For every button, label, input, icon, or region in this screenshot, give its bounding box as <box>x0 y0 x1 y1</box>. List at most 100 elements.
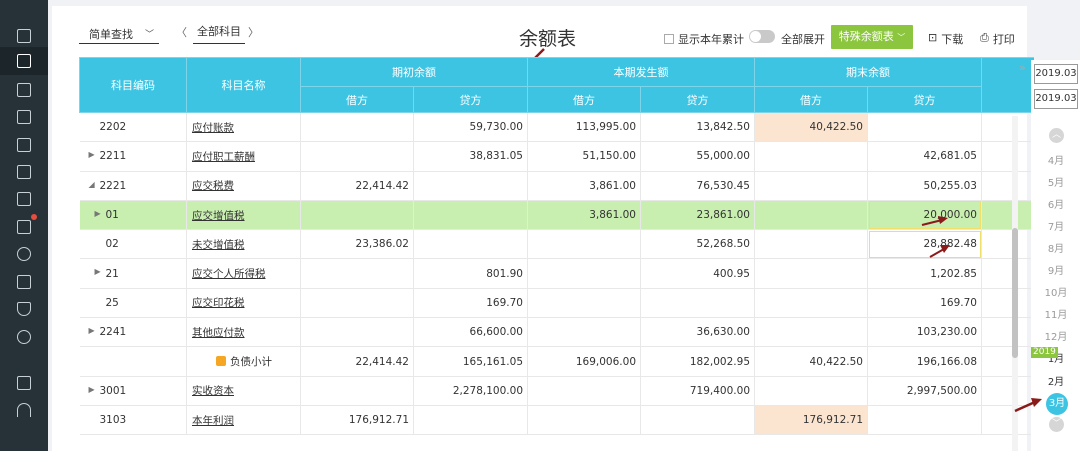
invoice-icon[interactable] <box>13 214 37 238</box>
cell-ed <box>754 229 868 260</box>
building-icon[interactable] <box>13 106 35 128</box>
cell-od <box>300 258 414 289</box>
expand-caret-icon[interactable]: ◢ <box>89 180 95 189</box>
expand-caret-icon[interactable]: ▶ <box>95 209 101 218</box>
table-row[interactable]: 3103 本年利润 176,912.71 176,912.71 <box>79 405 1034 436</box>
table-row[interactable]: ◢ 2221 应交税费 22,414.42 3,861.00 76,530.45 50,25… <box>79 171 1034 201</box>
chevron-up-icon[interactable]: ︿ <box>1049 128 1064 143</box>
month-item[interactable]: 12月 <box>1034 328 1078 343</box>
name-text: 负债小计 <box>230 356 272 369</box>
toggle-knob <box>750 31 761 42</box>
shield-icon[interactable] <box>13 298 35 320</box>
speed-icon[interactable] <box>13 399 35 421</box>
table-row[interactable]: ▶ 21 应交个人所得税 801.90 400.95 1,202.85 <box>79 258 1034 289</box>
month-item[interactable]: 8月 <box>1034 240 1078 255</box>
chevron-down-icon: ﹀ <box>145 30 155 40</box>
cell-ed <box>754 200 868 231</box>
name-text: 本年利润 <box>192 414 234 427</box>
cell-cd <box>527 317 641 348</box>
special-balance-button[interactable]: 特殊余额表 ﹀ <box>831 25 913 49</box>
month-item[interactable]: 7月 <box>1034 218 1078 233</box>
gear-icon[interactable] <box>13 326 35 348</box>
print-label: 打印 <box>992 33 1015 46</box>
cell-name[interactable]: 应交个人所得税 <box>186 258 301 289</box>
header-opening-debit: 借方 <box>300 86 414 113</box>
cell-name[interactable]: 应交税费 <box>186 171 301 201</box>
main-panel: 简单查找 ﹀ 〈 全部科目 〉 余额表 显示本年累计 全部展开 特殊余额表 ﹀ … <box>52 6 1034 451</box>
cell-cc: 182,002.95 <box>640 346 755 377</box>
name-text: 应付账款 <box>192 121 234 134</box>
print-button[interactable]: ⎙ 打印 <box>980 31 1015 47</box>
header-name: 科目名称 <box>186 57 301 113</box>
table-row[interactable]: 02 未交增值税 23,386.02 52,268.50 28,882.48 <box>79 229 1034 260</box>
cell-cc: 76,530.45 <box>640 171 755 201</box>
table-row[interactable]: 25 应交印花税 169.70 169.70 <box>79 288 1034 319</box>
cell-ed <box>754 258 868 289</box>
voucher-icon[interactable] <box>0 47 48 75</box>
calendar-icon[interactable] <box>13 134 35 156</box>
screen-icon[interactable] <box>13 372 35 394</box>
download-label: 下载 <box>941 33 964 46</box>
cell-ec: 103,230.00 <box>867 317 982 348</box>
period-start-input[interactable]: 2019.03 <box>1034 64 1078 84</box>
download-button[interactable]: ⊡ 下载 <box>928 31 963 47</box>
simple-search-dropdown[interactable]: 简单查找 ﹀ <box>79 24 159 44</box>
show-year-cumulative-checkbox[interactable]: 显示本年累计 <box>664 31 744 47</box>
chevron-left-icon[interactable]: 〈 <box>176 24 187 40</box>
month-item[interactable]: 11月 <box>1034 306 1078 321</box>
cell-ed <box>754 141 868 172</box>
cell-code <box>79 346 187 377</box>
chevron-down-icon[interactable]: ﹀ <box>1049 417 1064 432</box>
cell-name[interactable]: 本年利润 <box>186 405 301 436</box>
all-subjects-selector[interactable]: 全部科目 <box>193 24 245 44</box>
cell-name[interactable]: 应交印花税 <box>186 288 301 319</box>
cell-cd: 51,150.00 <box>527 141 641 172</box>
month-item[interactable]: 4月 <box>1034 152 1078 167</box>
tax-icon[interactable] <box>13 188 35 210</box>
checkbox-box[interactable] <box>664 34 674 44</box>
table-row[interactable]: ▶ 2241 其他应付款 66,600.00 36,630.00 103,230.00 <box>79 317 1034 348</box>
table-row[interactable]: 2202 应付账款 59,730.00 113,995.00 13,842.50 40,4… <box>79 112 1034 143</box>
month-item[interactable]: 9月 <box>1034 262 1078 277</box>
expand-caret-icon[interactable]: ▶ <box>89 326 95 335</box>
document-icon[interactable] <box>13 25 35 47</box>
chevron-right-icon[interactable]: 〉 <box>248 24 259 40</box>
month-item[interactable]: 10月 <box>1034 284 1078 299</box>
special-balance-label: 特殊余额表 <box>838 30 894 43</box>
name-text: 应交税费 <box>192 180 234 193</box>
report-icon[interactable] <box>13 161 35 183</box>
active-month[interactable]: 3月 <box>1046 393 1068 415</box>
expand-caret-icon[interactable]: ▶ <box>95 267 101 276</box>
cell-name[interactable]: 应交增值税 <box>186 200 301 231</box>
month-item[interactable]: 6月 <box>1034 196 1078 211</box>
annotation-arrow-icon <box>921 216 948 226</box>
cell-name[interactable]: 应付账款 <box>186 112 301 143</box>
code-text: 21 <box>105 267 119 280</box>
chart-icon[interactable] <box>13 79 35 101</box>
expand-caret-icon[interactable]: ▶ <box>89 150 95 159</box>
table-row[interactable]: ▶ 3001 实收资本 2,278,100.00 719,400.00 2,997,500… <box>79 376 1034 406</box>
period-end-input[interactable]: 2019.03 <box>1034 89 1078 109</box>
balance-table-container: 科目编码 科目名称 期初余额 本期发生额 期末余额 借方 贷方 借方 贷方 借方… <box>79 57 1034 451</box>
cell-name[interactable]: 应付职工薪酬 <box>186 141 301 172</box>
month-item[interactable]: 2月 <box>1034 373 1078 388</box>
cell-name[interactable]: 其他应付款 <box>186 317 301 348</box>
cell-od <box>300 317 414 348</box>
table-row[interactable]: 负债小计 22,414.42 165,161.05 169,006.00 182,002… <box>79 346 1034 377</box>
code-text: 3001 <box>99 384 127 397</box>
month-item[interactable]: 5月 <box>1034 174 1078 189</box>
ledger-icon[interactable] <box>13 271 35 293</box>
expand-all-toggle[interactable] <box>749 30 775 43</box>
cell-spacer <box>981 141 1034 172</box>
cell-oc: 59,730.00 <box>413 112 528 143</box>
name-text: 其他应付款 <box>192 326 245 339</box>
table-row[interactable]: ▶ 2211 应付职工薪酬 38,831.05 51,150.00 55,000.00 42… <box>79 141 1034 172</box>
table-row[interactable]: ▶ 01 应交增值税 3,861.00 23,861.00 20,000.00 <box>79 200 1034 231</box>
expand-caret-icon[interactable]: ▶ <box>89 385 95 394</box>
stamp-icon[interactable] <box>13 243 35 265</box>
cell-name[interactable]: 实收资本 <box>186 376 301 406</box>
cell-spacer <box>981 229 1034 260</box>
cell-name[interactable]: 未交增值税 <box>186 229 301 260</box>
collapse-icon[interactable]: » <box>1016 61 1029 75</box>
scrollbar-thumb[interactable] <box>1012 228 1018 358</box>
